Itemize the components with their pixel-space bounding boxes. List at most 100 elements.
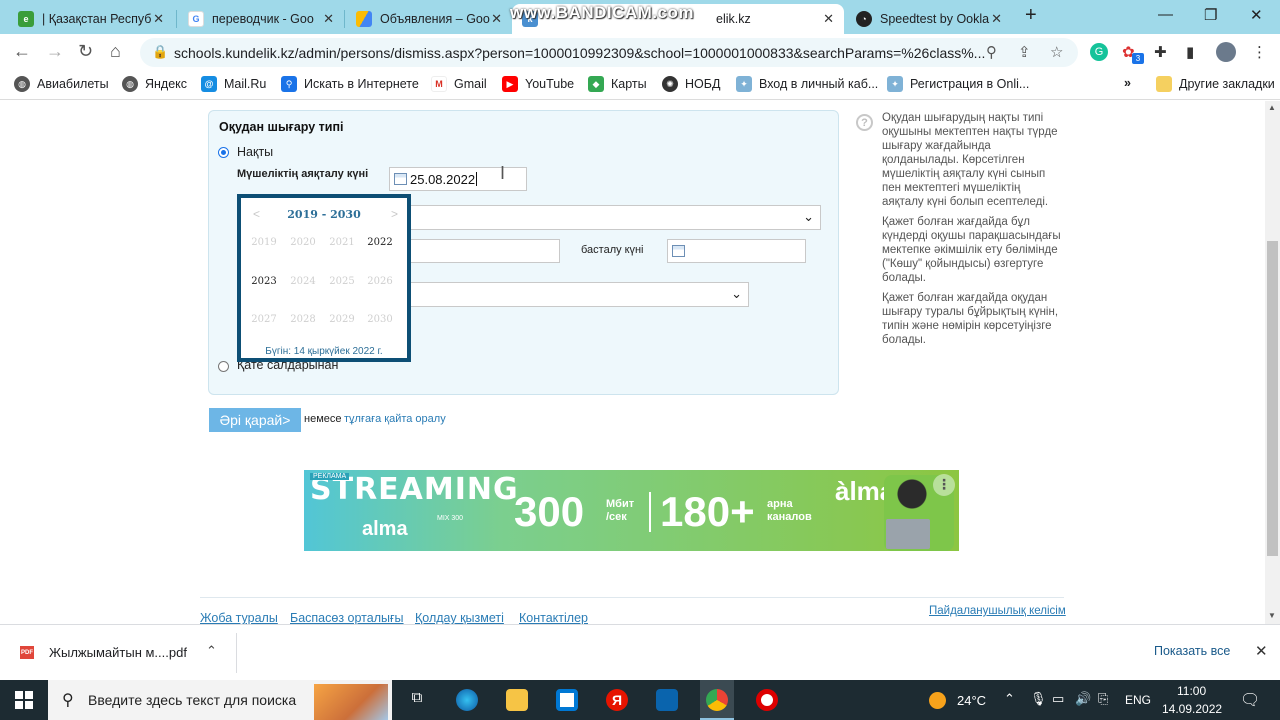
bookmark-yandex[interactable]: ◍ Яндекс: [122, 76, 187, 92]
scroll-up-icon[interactable]: ▲: [1268, 103, 1276, 112]
bookmark-mailru[interactable]: @ Mail.Ru: [201, 76, 266, 92]
year-cell[interactable]: 2028: [283, 314, 323, 325]
windows-start-icon[interactable]: [15, 691, 33, 709]
footer-link-agreement[interactable]: Пайдаланушылық келісім: [929, 605, 1066, 617]
share-icon[interactable]: ⇪: [1018, 43, 1031, 61]
calendar-icon[interactable]: [672, 245, 685, 257]
year-cell[interactable]: 2023: [244, 276, 284, 287]
address-bar[interactable]: 🔒 schools.kundelik.kz/admin/persons/dism…: [140, 38, 1078, 67]
help-paragraph: Қажет болған жағдайда оқудан шығару тура…: [882, 292, 1059, 346]
close-tab-icon[interactable]: ✕: [991, 11, 1002, 27]
minimize-icon[interactable]: —: [1158, 6, 1173, 23]
close-window-icon[interactable]: ✕: [1250, 6, 1263, 24]
chrome-icon[interactable]: [706, 689, 728, 711]
scrollbar-thumb[interactable]: [1267, 241, 1278, 556]
decade-range[interactable]: 2019 - 2030: [241, 208, 407, 221]
close-tab-icon[interactable]: ✕: [323, 11, 334, 27]
back-icon[interactable]: ←: [13, 41, 31, 62]
close-tab-icon[interactable]: ✕: [823, 11, 834, 27]
clock-time[interactable]: 11:00: [1177, 684, 1206, 698]
year-cell[interactable]: 2019: [244, 237, 284, 248]
volume-icon[interactable]: 🔊: [1075, 691, 1091, 707]
grammarly-icon[interactable]: G: [1090, 43, 1108, 61]
bookmark-nobd[interactable]: ✺ НОБД: [662, 76, 720, 92]
back-to-person-link[interactable]: тұлғаға қайта оралу: [344, 413, 446, 425]
side-panel-icon[interactable]: ▮: [1186, 43, 1194, 61]
year-cell[interactable]: 2027: [244, 314, 284, 325]
mail-icon[interactable]: [656, 689, 678, 711]
bookmark-maps[interactable]: ◆ Карты: [588, 76, 647, 92]
tab-egov[interactable]: e | Қазақстан Респуб ✕: [8, 4, 174, 34]
year-cell[interactable]: 2020: [283, 237, 323, 248]
end-date-input[interactable]: 25.08.2022: [389, 167, 527, 191]
close-download-bar-icon[interactable]: ✕: [1255, 642, 1268, 660]
next-button[interactable]: Әрі қарай>: [209, 408, 301, 432]
year-cell[interactable]: 2029: [322, 314, 362, 325]
close-tab-icon[interactable]: ✕: [153, 11, 164, 27]
dropdown-1[interactable]: ⌄: [405, 205, 821, 230]
puzzle-icon[interactable]: ✚: [1154, 43, 1167, 61]
footer-link-contacts[interactable]: Контактілер: [519, 611, 588, 624]
radio-error[interactable]: [218, 361, 229, 372]
tab-ads[interactable]: Объявления – Goo ✕: [346, 4, 512, 34]
file-explorer-icon[interactable]: [506, 689, 528, 711]
close-tab-icon[interactable]: ✕: [491, 11, 502, 27]
text-input[interactable]: [405, 239, 560, 263]
radio-actual[interactable]: [218, 147, 229, 158]
footer-link-support[interactable]: Қолдау қызметі: [415, 611, 504, 624]
start-date-input[interactable]: [667, 239, 806, 263]
avatar[interactable]: [1216, 42, 1236, 62]
new-tab-button[interactable]: +: [1025, 4, 1037, 27]
footer-link-press[interactable]: Баспасөз орталығы: [290, 611, 404, 624]
reload-icon[interactable]: ↻: [78, 41, 93, 62]
today-link[interactable]: Бүгін: 14 қыркүйек 2022 г.: [241, 346, 407, 357]
download-filename[interactable]: Жылжымайтын м....pdf: [49, 645, 187, 660]
edge-icon[interactable]: [456, 689, 478, 711]
bookmarks-overflow-icon[interactable]: »: [1124, 76, 1131, 90]
forward-icon[interactable]: →: [46, 41, 64, 62]
other-bookmarks[interactable]: Другие закладки: [1156, 76, 1275, 92]
ad-options-icon[interactable]: ⋮: [933, 474, 955, 496]
network-icon[interactable]: ⎘: [1098, 691, 1108, 707]
bookmark-star-icon[interactable]: ☆: [1050, 43, 1063, 61]
bandicam-icon[interactable]: [756, 689, 778, 711]
year-cell[interactable]: 2030: [360, 314, 400, 325]
bookmark-registration[interactable]: ✦ Регистрация в Onli...: [887, 76, 1029, 92]
tray-chevron-icon[interactable]: ⌃: [1004, 691, 1015, 707]
scroll-down-icon[interactable]: ▼: [1268, 611, 1276, 620]
year-cell[interactable]: 2022: [360, 237, 400, 248]
year-cell[interactable]: 2025: [322, 276, 362, 287]
temperature[interactable]: 24°C: [957, 693, 986, 708]
dropdown-2[interactable]: ⌄: [405, 282, 749, 307]
language-indicator[interactable]: ENG: [1125, 693, 1151, 707]
task-view-icon[interactable]: ⧉: [406, 689, 428, 711]
zoom-search-icon[interactable]: ⚲: [986, 43, 997, 61]
yandex-browser-icon[interactable]: Я: [606, 689, 628, 711]
calendar-icon[interactable]: [394, 173, 407, 185]
battery-icon[interactable]: ▭: [1052, 691, 1064, 707]
bookmark-youtube[interactable]: ▶ YouTube: [502, 76, 574, 92]
show-all-button[interactable]: Показать все: [1154, 644, 1230, 658]
next-decade-icon[interactable]: >: [391, 207, 398, 221]
home-icon[interactable]: ⌂: [110, 41, 121, 62]
chevron-up-icon[interactable]: ⌃: [206, 643, 217, 659]
notifications-icon[interactable]: 🗨: [1240, 690, 1260, 710]
restore-icon[interactable]: ❐: [1204, 6, 1217, 24]
taskbar-search[interactable]: ⚲ Введите здесь текст для поиска: [48, 680, 392, 720]
store-icon[interactable]: [556, 689, 578, 711]
microphone-icon[interactable]: 🎙: [1030, 691, 1047, 707]
tab-translator[interactable]: G переводчик - Goo ✕: [178, 4, 344, 34]
clock-date[interactable]: 14.09.2022: [1162, 702, 1222, 716]
tab-speedtest[interactable]: ◔ Speedtest by Ookla ✕: [846, 4, 1012, 34]
menu-icon[interactable]: ⋮: [1252, 43, 1267, 61]
bookmark-aviabilety[interactable]: ◍ Авиабилеты: [14, 76, 109, 92]
bookmark-gmail[interactable]: M Gmail: [431, 76, 487, 92]
bookmark-cabinet[interactable]: ✦ Вход в личный каб...: [736, 76, 878, 92]
ad-banner[interactable]: STREAMING РЕКЛАМА alma MIX 300 300 Мбит …: [304, 470, 959, 551]
year-cell[interactable]: 2024: [283, 276, 323, 287]
page-scrollbar[interactable]: ▲ ▼: [1265, 101, 1280, 624]
bookmark-search[interactable]: ⚲ Искать в Интернете: [281, 76, 419, 92]
year-cell[interactable]: 2026: [360, 276, 400, 287]
footer-link-about[interactable]: Жоба туралы: [200, 611, 278, 624]
year-cell[interactable]: 2021: [322, 237, 362, 248]
